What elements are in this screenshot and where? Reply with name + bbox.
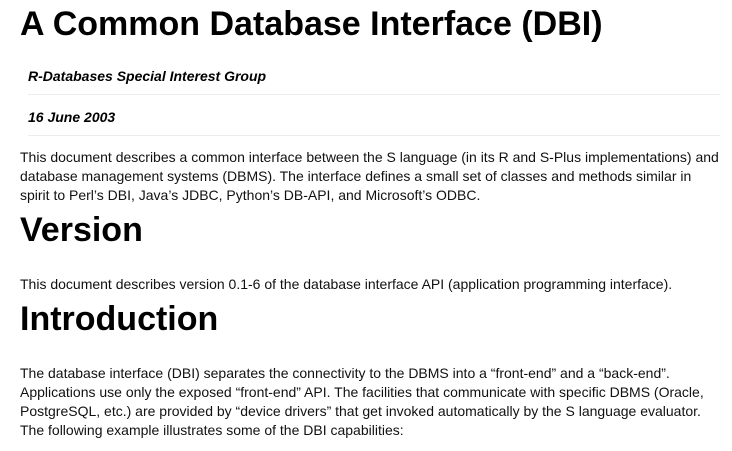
author-line: R-Databases Special Interest Group	[28, 67, 720, 95]
section-heading-version: Version	[20, 211, 143, 249]
date-line: 16 June 2003	[28, 108, 720, 136]
version-paragraph: This document describes version 0.1-6 of…	[20, 276, 673, 292]
introduction-paragraph: The database interface (DBI) separates t…	[20, 365, 704, 438]
page-title: A Common Database Interface (DBI)	[20, 5, 603, 43]
section-heading-introduction: Introduction	[20, 300, 219, 338]
abstract-paragraph: This document describes a common interfa…	[20, 149, 719, 203]
